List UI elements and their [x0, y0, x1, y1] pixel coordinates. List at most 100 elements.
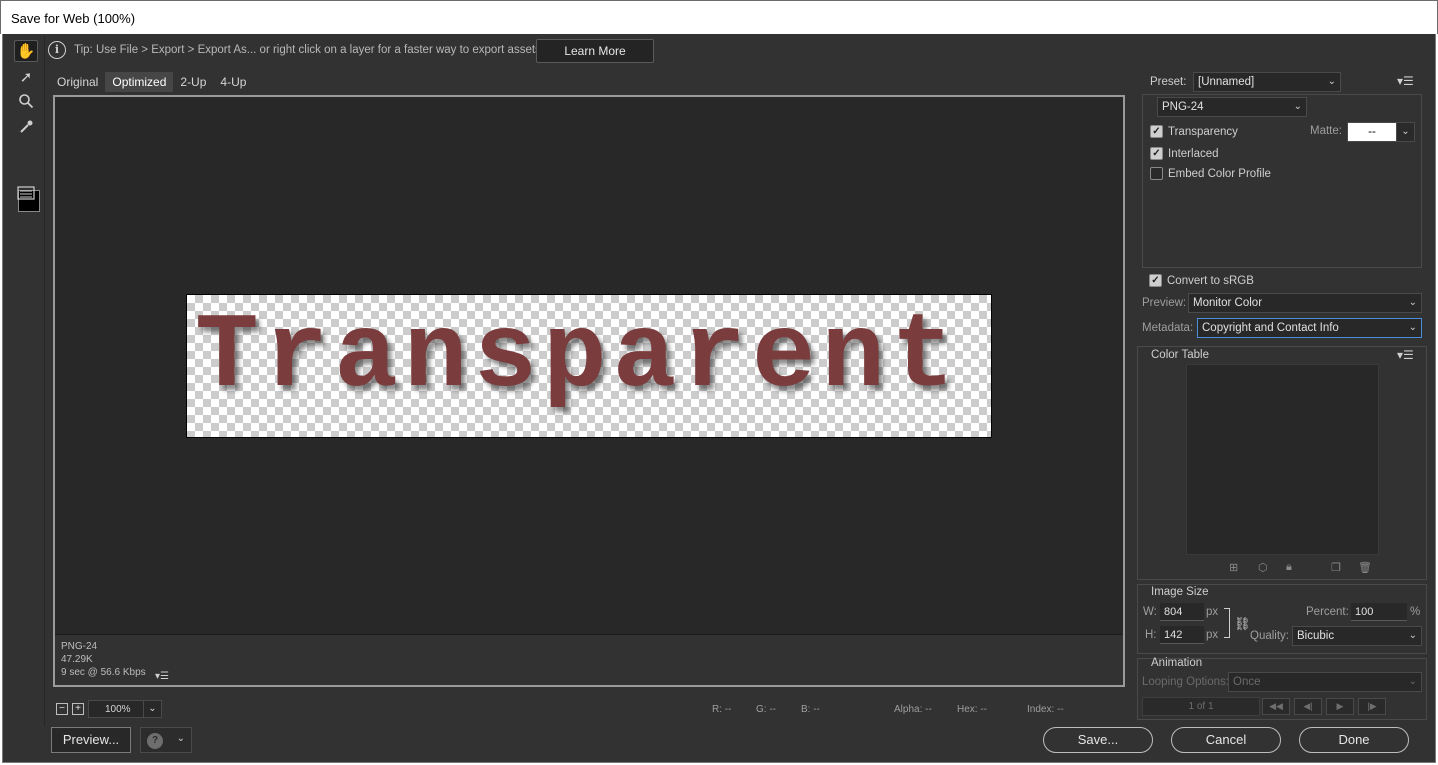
preset-label: Preset:: [1150, 76, 1187, 88]
looping-options-label: Looping Options:: [1142, 676, 1229, 688]
looping-options-select[interactable]: Once ⌄: [1228, 672, 1422, 692]
chevron-down-icon: ⌄: [176, 733, 185, 744]
file-format-select[interactable]: PNG-24 ⌄: [1157, 97, 1307, 117]
save-button[interactable]: Save...: [1043, 727, 1153, 753]
previous-frame-icon[interactable]: ◀|: [1294, 698, 1322, 715]
lock-color-icon[interactable]: 🔒︎: [1286, 561, 1292, 574]
embed-color-profile-label: Embed Color Profile: [1168, 168, 1271, 180]
chevron-down-icon: ⌄: [1396, 123, 1414, 141]
metadata-value: Copyright and Contact Info: [1202, 322, 1339, 334]
embed-color-profile-checkbox[interactable]: [1150, 167, 1163, 180]
readout-alpha: Alpha: --: [894, 704, 932, 715]
convert-srgb-label: Convert to sRGB: [1167, 275, 1254, 287]
chevron-down-icon: ⌄: [1327, 76, 1336, 87]
readout-blue: B: --: [801, 704, 820, 715]
slice-select-tool-icon[interactable]: ➚: [14, 66, 38, 88]
width-label: W:: [1143, 606, 1157, 618]
constrain-bracket: [1224, 608, 1230, 638]
toggle-slices-visibility-icon[interactable]: [14, 182, 38, 204]
web-shift-icon[interactable]: ⊞: [1229, 561, 1238, 574]
interlaced-label: Interlaced: [1168, 148, 1219, 160]
browser-select-dropdown[interactable]: ? ⌄: [140, 727, 192, 753]
transparency-checkbox[interactable]: ✓: [1150, 125, 1163, 138]
percent-label: Percent:: [1306, 606, 1349, 618]
quality-select[interactable]: Bicubic ⌄: [1292, 626, 1422, 646]
tab-original[interactable]: Original: [50, 72, 105, 92]
preview-image[interactable]: Transparent: [186, 294, 992, 438]
tip-bar: i Tip: Use File > Export > Export As... …: [48, 38, 1128, 64]
preset-value: [Unnamed]: [1198, 76, 1255, 88]
height-input[interactable]: 142: [1160, 626, 1204, 644]
matte-label: Matte:: [1310, 125, 1342, 137]
matte-value: --: [1368, 126, 1376, 138]
tip-text: Tip: Use File > Export > Export As... or…: [74, 44, 541, 56]
metadata-select[interactable]: Copyright and Contact Info ⌄: [1197, 318, 1422, 338]
first-frame-icon[interactable]: ◀◀: [1262, 698, 1290, 715]
download-speed-menu-icon[interactable]: ▾☰: [155, 671, 169, 682]
chevron-down-icon: ⌄: [1293, 101, 1302, 112]
metadata-label: Metadata:: [1142, 322, 1194, 334]
info-format: PNG-24: [61, 641, 98, 652]
preview-color-select[interactable]: Monitor Color ⌄: [1188, 293, 1422, 313]
height-label: H:: [1145, 629, 1157, 641]
zoom-in-icon[interactable]: +: [72, 703, 84, 715]
zoom-level-select[interactable]: 100% ⌄: [88, 700, 162, 718]
chevron-down-icon: ⌄: [1408, 676, 1417, 687]
color-table-menu-icon[interactable]: ▾☰: [1397, 348, 1414, 362]
optimize-menu-icon[interactable]: ▾☰: [1397, 74, 1414, 88]
preview-in-browser-button[interactable]: Preview...: [51, 727, 131, 753]
height-unit: px: [1206, 629, 1219, 641]
format-settings-group: [1142, 94, 1422, 268]
learn-more-button[interactable]: Learn More: [536, 39, 654, 63]
zoom-tool-icon[interactable]: [14, 90, 38, 112]
image-text-transparent: Transparent: [195, 297, 961, 417]
interlaced-checkbox[interactable]: ✓: [1150, 147, 1163, 160]
chevron-down-icon: ⌄: [1408, 630, 1417, 641]
frame-counter: 1 of 1: [1142, 697, 1260, 716]
preview-canvas[interactable]: Transparent: [55, 97, 1123, 633]
hand-tool-icon[interactable]: ✋: [14, 40, 38, 62]
toolbar-divider: [44, 36, 45, 726]
tool-bar: ✋ ➚: [4, 36, 44, 726]
convert-srgb-checkbox[interactable]: ✓: [1149, 274, 1162, 287]
tab-optimized[interactable]: Optimized: [105, 72, 174, 92]
transparency-label: Transparency: [1168, 126, 1238, 138]
browser-globe-icon: ?: [147, 733, 163, 749]
animation-title: Animation: [1151, 657, 1203, 669]
file-format-value: PNG-24: [1162, 101, 1204, 113]
web-safe-cube-icon[interactable]: ⬡: [1258, 561, 1268, 574]
new-color-icon[interactable]: ❐: [1331, 561, 1341, 574]
preview-label: Preview:: [1142, 297, 1187, 309]
readout-hex: Hex: --: [957, 704, 987, 715]
readout-red: R: --: [712, 704, 732, 715]
readout-index: Index: --: [1027, 704, 1064, 715]
preset-select[interactable]: [Unnamed] ⌄: [1193, 72, 1341, 92]
quality-label: Quality:: [1250, 630, 1289, 642]
cancel-button[interactable]: Cancel: [1171, 727, 1281, 753]
info-icon: i: [48, 41, 66, 59]
zoom-status-row: − + 100% ⌄ R: -- G: -- B: -- Alpha: -- H…: [52, 700, 1132, 720]
image-size-title: Image Size: [1151, 586, 1209, 598]
eyedropper-tool-icon[interactable]: [14, 116, 38, 138]
zoom-out-icon[interactable]: −: [56, 703, 68, 715]
width-unit: px: [1206, 606, 1219, 618]
chevron-down-icon: ⌄: [143, 701, 161, 717]
optimization-info: PNG-24 47.29K 9 sec @ 56.6 Kbps ▾☰: [55, 634, 1123, 685]
done-button[interactable]: Done: [1299, 727, 1409, 753]
delete-color-icon[interactable]: 🗑︎: [1358, 561, 1372, 574]
play-icon[interactable]: ▶: [1326, 698, 1354, 715]
chevron-down-icon: ⌄: [1408, 322, 1417, 333]
window-titlebar: Save for Web (100%): [0, 0, 1438, 34]
matte-select[interactable]: -- ⌄: [1347, 122, 1415, 142]
tab-2-up[interactable]: 2-Up: [173, 72, 213, 92]
readout-green: G: --: [756, 704, 776, 715]
preview-color-value: Monitor Color: [1193, 297, 1263, 309]
percent-input[interactable]: 100: [1351, 603, 1407, 621]
window-title: Save for Web (100%): [11, 11, 136, 26]
link-chain-icon[interactable]: ⛓︎: [1234, 616, 1251, 632]
tab-4-up[interactable]: 4-Up: [213, 72, 253, 92]
width-input[interactable]: 804: [1160, 603, 1204, 621]
info-download-time: 9 sec @ 56.6 Kbps: [61, 667, 146, 678]
next-frame-icon[interactable]: |▶: [1358, 698, 1386, 715]
color-table-grid[interactable]: [1186, 364, 1379, 555]
